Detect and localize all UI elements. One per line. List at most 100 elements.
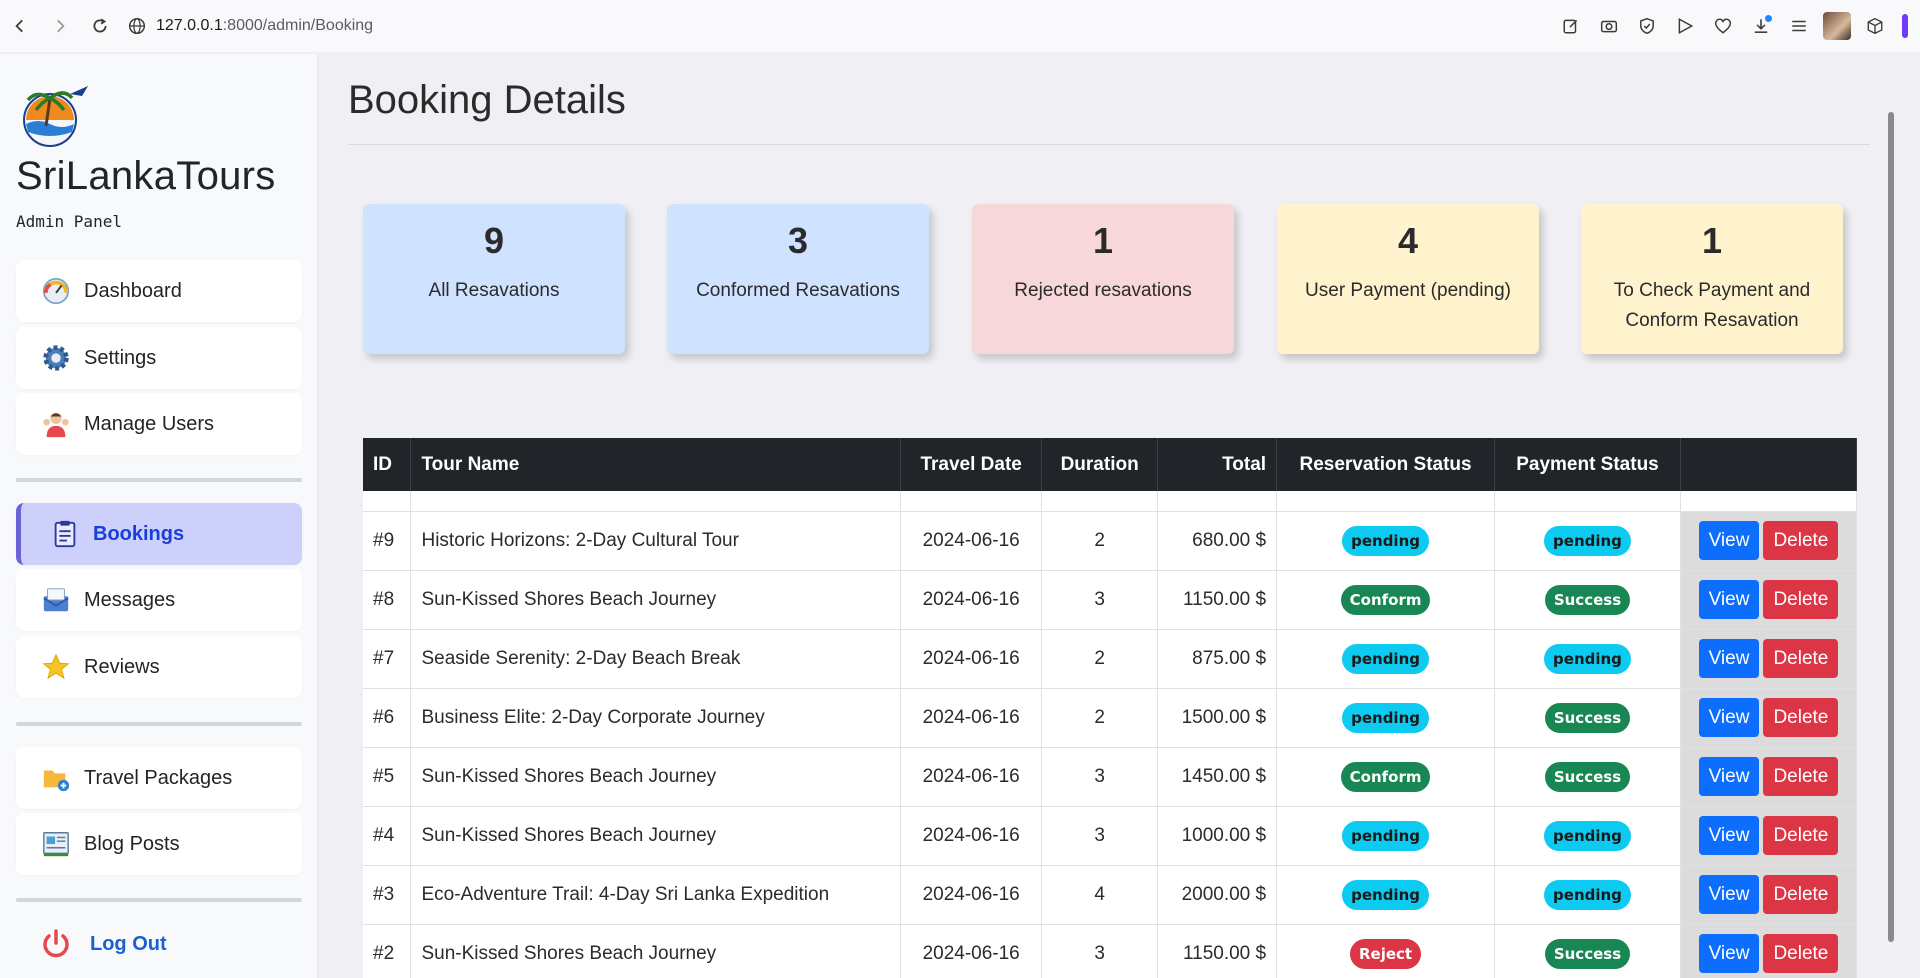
- cell-payment-status: Success: [1494, 924, 1681, 978]
- stat-value: 1: [1092, 220, 1114, 261]
- extensions-icon[interactable]: [1858, 9, 1892, 43]
- delete-button[interactable]: Delete: [1763, 580, 1839, 619]
- cell-reservation-status: pending: [1276, 688, 1496, 748]
- sidebar-item-label: Reviews: [84, 655, 160, 678]
- delete-button[interactable]: Delete: [1763, 757, 1839, 796]
- header-travel-date: Travel Date: [900, 438, 1043, 491]
- cell-travel-date: 2024-06-16: [900, 806, 1043, 866]
- table-row: #8 Sun-Kissed Shores Beach Journey 2024-06…: [363, 570, 1858, 630]
- address-bar[interactable]: 127.0.0.1:8000/admin/Booking: [128, 17, 373, 35]
- sidebar-item-bookings[interactable]: Bookings: [16, 503, 302, 565]
- cell-duration: 3: [1041, 570, 1159, 630]
- delete-button[interactable]: Delete: [1763, 934, 1839, 973]
- view-button[interactable]: View: [1698, 639, 1760, 678]
- browser-toolbar: 127.0.0.1:8000/admin/Booking: [0, 0, 1920, 52]
- download-icon[interactable]: [1744, 9, 1778, 43]
- table-row: #2 Sun-Kissed Shores Beach Journey 2024-06…: [363, 924, 1858, 978]
- logout-button[interactable]: Log Out: [40, 928, 167, 960]
- stat-value: 4: [1397, 220, 1419, 261]
- header-tour-name: Tour Name: [410, 438, 902, 491]
- cell-actions: View Delete: [1680, 747, 1858, 807]
- edit-icon[interactable]: [1554, 9, 1588, 43]
- view-button[interactable]: View: [1698, 875, 1760, 914]
- back-button[interactable]: [0, 6, 40, 46]
- sidebar-toggle[interactable]: [1902, 14, 1908, 38]
- table-spacer-row: [363, 491, 1858, 512]
- reservation-status-badge: pending: [1342, 525, 1429, 556]
- table-row: #7 Seaside Serenity: 2-Day Beach Break 202…: [363, 629, 1858, 689]
- cell-actions: View Delete: [1680, 924, 1858, 978]
- delete-button[interactable]: Delete: [1763, 639, 1839, 678]
- profile-avatar[interactable]: [1820, 9, 1854, 43]
- scrollbar[interactable]: [1888, 112, 1894, 942]
- payment-status-badge: pending: [1544, 879, 1631, 910]
- stat-label: Conformed Resavations: [696, 280, 900, 301]
- cell-actions: View Delete: [1680, 629, 1858, 689]
- cell-tour-name: Sun-Kissed Shores Beach Journey: [410, 570, 902, 630]
- delete-button[interactable]: Delete: [1763, 875, 1839, 914]
- cell-reservation-status: Reject: [1276, 924, 1496, 978]
- camera-icon[interactable]: [1592, 9, 1626, 43]
- stat-card-to-check: 1 To Check Payment and Conform Resavatio…: [1581, 204, 1843, 354]
- forward-button[interactable]: [40, 6, 80, 46]
- reload-button[interactable]: [80, 6, 120, 46]
- view-button[interactable]: View: [1698, 521, 1760, 560]
- cell-travel-date: 2024-06-16: [900, 511, 1043, 571]
- cell-actions: View Delete: [1680, 511, 1858, 571]
- stat-value: 3: [787, 220, 809, 261]
- folder-add-icon: [40, 762, 72, 794]
- sidebar-item-label: Travel Packages: [84, 766, 233, 789]
- header-duration: Duration: [1041, 438, 1159, 491]
- view-button[interactable]: View: [1698, 816, 1760, 855]
- delete-button[interactable]: Delete: [1763, 698, 1839, 737]
- stat-value: 1: [1701, 220, 1723, 261]
- delete-button[interactable]: Delete: [1763, 816, 1839, 855]
- cell-id: #3: [363, 865, 412, 925]
- cell-duration: 3: [1041, 747, 1159, 807]
- shield-icon[interactable]: [1630, 9, 1664, 43]
- sidebar-item-label: Bookings: [93, 522, 185, 545]
- view-button[interactable]: View: [1698, 580, 1760, 619]
- cell-id: #6: [363, 688, 412, 748]
- cell-total: 2000.00 $: [1157, 865, 1278, 925]
- cell-travel-date: 2024-06-16: [900, 570, 1043, 630]
- reservation-status-badge: pending: [1342, 879, 1429, 910]
- brand-subtitle: Admin Panel: [16, 212, 122, 231]
- delete-button[interactable]: Delete: [1763, 521, 1839, 560]
- reservation-status-badge: Conform: [1340, 761, 1431, 792]
- url-text: 127.0.0.1:8000/admin/Booking: [156, 17, 373, 35]
- cell-total: 1500.00 $: [1157, 688, 1278, 748]
- stat-label: To Check Payment and Conform Resavation: [1613, 280, 1811, 331]
- stat-card-user-payment: 4 User Payment (pending): [1277, 204, 1539, 354]
- reservation-status-badge: Reject: [1350, 938, 1422, 969]
- sidebar-item-blog-posts[interactable]: Blog Posts: [16, 813, 302, 875]
- cell-travel-date: 2024-06-16: [900, 865, 1043, 925]
- title-divider: [348, 144, 1870, 145]
- cell-reservation-status: pending: [1276, 511, 1496, 571]
- speedometer-icon: [40, 275, 72, 307]
- view-button[interactable]: View: [1698, 698, 1760, 737]
- heart-icon[interactable]: [1706, 9, 1740, 43]
- payment-status-badge: pending: [1544, 643, 1631, 674]
- view-button[interactable]: View: [1698, 934, 1760, 973]
- stat-label: Rejected resavations: [1014, 280, 1192, 301]
- sidebar-item-settings[interactable]: Settings: [16, 327, 302, 389]
- url-host: 127.0.0.1: [156, 17, 223, 34]
- menu-icon[interactable]: [1782, 9, 1816, 43]
- sidebar-item-label: Messages: [84, 588, 176, 611]
- sidebar-item-reviews[interactable]: Reviews: [16, 636, 302, 698]
- sidebar-item-messages[interactable]: Messages: [16, 569, 302, 631]
- sidebar-item-dashboard[interactable]: Dashboard: [16, 260, 302, 322]
- view-button[interactable]: View: [1698, 757, 1760, 796]
- logout-label: Log Out: [90, 932, 167, 955]
- stat-value: 9: [483, 220, 505, 261]
- cell-reservation-status: Conform: [1276, 570, 1496, 630]
- cell-id: #8: [363, 570, 412, 630]
- send-icon[interactable]: [1668, 9, 1702, 43]
- sidebar-item-manage-users[interactable]: Manage Users: [16, 393, 302, 455]
- cell-payment-status: pending: [1494, 511, 1681, 571]
- sidebar-item-travel-packages[interactable]: Travel Packages: [16, 747, 302, 809]
- bookings-table-container: ID Tour Name Travel Date Duration Total …: [363, 438, 1858, 978]
- header-id: ID: [363, 438, 412, 491]
- cell-actions: View Delete: [1680, 688, 1858, 748]
